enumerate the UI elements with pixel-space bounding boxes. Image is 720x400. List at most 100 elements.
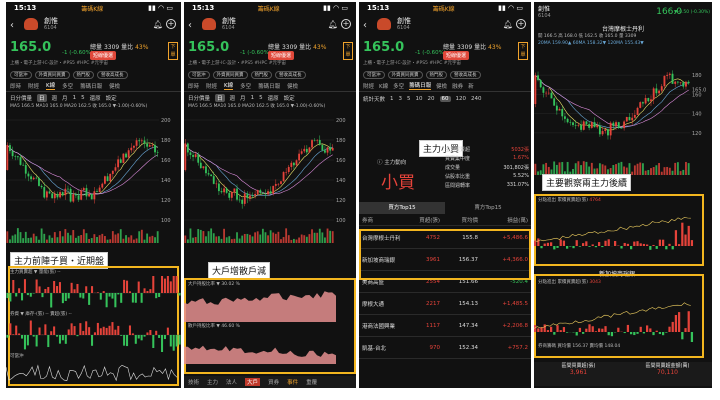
period-day[interactable]: 日 — [37, 93, 47, 102]
tab-margin[interactable]: 資券 — [268, 378, 279, 386]
tab-sell-top15[interactable]: 賣方Top15 — [445, 202, 531, 214]
volume-bar — [40, 228, 43, 243]
period-5m[interactable]: 5 — [81, 95, 85, 101]
period-day[interactable]: 日 — [215, 93, 225, 102]
tab-finance[interactable]: 財經 — [363, 82, 374, 90]
back-icon[interactable]: ‹ — [363, 20, 367, 31]
chip-hot[interactable]: 熱門股 — [250, 71, 272, 79]
status-badge[interactable]: 短線優選 — [90, 51, 117, 60]
tab-institution[interactable]: 法人 — [226, 378, 237, 386]
tab-health[interactable]: 健檢 — [109, 82, 120, 90]
period-restore[interactable]: 還原 — [90, 94, 101, 102]
chip-foreign[interactable]: 外資買同買賣 — [387, 71, 423, 79]
period-month[interactable]: 月 — [62, 94, 68, 102]
tab-chips[interactable]: 籌碼日報 — [80, 82, 102, 90]
volume-bar — [103, 236, 106, 243]
trade-button[interactable]: 下單 — [168, 42, 178, 60]
tab-mainforce[interactable]: 主力 — [207, 378, 218, 386]
period-1m[interactable]: 1 — [251, 95, 255, 101]
volume-bar — [72, 230, 75, 243]
indicator-bar — [178, 293, 181, 296]
tab-kline[interactable]: K線 — [224, 81, 234, 90]
col-avg[interactable]: 買均價 — [440, 216, 478, 224]
chip-revenue[interactable]: 營收高成長 — [275, 71, 306, 79]
candle-body — [117, 159, 120, 168]
back-icon[interactable]: ‹ — [188, 20, 192, 31]
tab-realtime[interactable]: 即時 — [188, 82, 199, 90]
table-row[interactable]: 港商法國興業 1117 147.34 +2,206.8 — [359, 315, 531, 337]
tab-chips[interactable]: 籌碼日報 — [409, 81, 432, 90]
col-net[interactable]: 買超(張) — [410, 216, 440, 224]
bell-icon[interactable]: 🔔︎ — [503, 20, 513, 29]
candlestick-chart[interactable]: 200 180 160 140 120 100 — [184, 111, 356, 243]
candle-body — [38, 178, 40, 186]
day-option-1[interactable]: 1 — [390, 96, 394, 102]
chip-foreign[interactable]: 外資買同買賣 — [34, 71, 70, 79]
status-badge[interactable]: 短線優選 — [443, 51, 470, 60]
period-week[interactable]: 週 — [230, 94, 236, 102]
chip-revenue[interactable]: 營收高成長 — [450, 71, 481, 79]
day-option-20[interactable]: 20 — [428, 96, 435, 102]
table-row[interactable]: 凱基-台北 970 152.34 +757.2 — [359, 337, 531, 359]
back-icon[interactable]: ‹ — [10, 20, 14, 31]
tab-longshort[interactable]: 多空 — [393, 82, 404, 90]
table-row[interactable]: 摩根大通 2217 154.13 +1,485.5 — [359, 293, 531, 315]
branch-bar — [598, 328, 601, 332]
trade-button[interactable]: 下單 — [343, 42, 353, 60]
period-restore[interactable]: 還原 — [268, 94, 279, 102]
tab-longshort[interactable]: 多空 — [62, 82, 73, 90]
tab-longshort[interactable]: 多空 — [240, 82, 251, 90]
tab-realtime[interactable]: 即時 — [10, 82, 21, 90]
add-watchlist-icon[interactable]: + — [166, 19, 176, 29]
candlestick-chart[interactable]: 180165.0160140120 — [534, 47, 712, 175]
overlap-checkbox[interactable]: 重覆 — [306, 378, 317, 386]
day-option-5[interactable]: 5 — [407, 96, 411, 102]
trade-button[interactable]: 下單 — [518, 42, 528, 60]
period-settings[interactable]: 設定 — [106, 94, 117, 102]
tab-finance[interactable]: 財經 — [28, 82, 39, 90]
period-intraday[interactable]: 日分價量 — [188, 94, 210, 102]
day-option-3[interactable]: 3 — [399, 96, 403, 102]
tab-kline[interactable]: K線 — [46, 81, 56, 90]
period-week[interactable]: 週 — [52, 94, 58, 102]
tab-short[interactable]: 融券 — [452, 82, 463, 90]
tab-kline[interactable]: K線 — [379, 82, 388, 90]
tab-technical[interactable]: 技術 — [188, 378, 199, 386]
day-option-240[interactable]: 240 — [471, 96, 482, 102]
indicator-bar — [38, 327, 41, 335]
chip-hot[interactable]: 熱門股 — [425, 71, 447, 79]
volume-bar — [59, 231, 62, 243]
tab-bigholder[interactable]: 大戶 — [245, 378, 261, 386]
period-settings[interactable]: 設定 — [284, 94, 295, 102]
chip-revenue[interactable]: 營收高成長 — [97, 71, 128, 79]
col-pnl[interactable]: 損益(萬) — [478, 216, 528, 224]
chip-daytrade[interactable]: 可當沖 — [363, 71, 385, 79]
event-checkbox[interactable]: 事件 — [287, 378, 298, 386]
bell-icon[interactable]: 🔔︎ — [153, 20, 163, 29]
period-month[interactable]: 月 — [240, 94, 246, 102]
tab-health[interactable]: 健檢 — [436, 82, 447, 90]
chip-hot[interactable]: 熱門股 — [72, 71, 94, 79]
day-option-60[interactable]: 60 — [439, 96, 451, 102]
period-intraday[interactable]: 日分價量 — [10, 94, 32, 102]
candlestick-chart[interactable]: 200 180 160 140 120 100 — [6, 111, 181, 243]
branch-bar — [546, 242, 550, 246]
bell-icon[interactable]: 🔔︎ — [328, 20, 338, 29]
indicator-bar — [21, 335, 24, 339]
add-watchlist-icon[interactable]: + — [516, 19, 526, 29]
chip-foreign[interactable]: 外資買同買賣 — [212, 71, 248, 79]
chip-daytrade[interactable]: 可當沖 — [188, 71, 210, 79]
chip-daytrade[interactable]: 可當沖 — [10, 71, 32, 79]
tab-finance[interactable]: 財經 — [206, 82, 217, 90]
tab-health[interactable]: 健檢 — [287, 82, 298, 90]
tab-buy-top15[interactable]: 買方Top15 — [359, 202, 445, 214]
day-option-10[interactable]: 10 — [416, 96, 423, 102]
tab-new[interactable]: 新 — [468, 82, 474, 90]
status-badge[interactable]: 短線優選 — [268, 51, 295, 60]
day-option-120[interactable]: 120 — [456, 96, 467, 102]
holder-ratio-area — [184, 345, 336, 364]
period-5m[interactable]: 5 — [259, 95, 263, 101]
add-watchlist-icon[interactable]: + — [341, 19, 351, 29]
period-1m[interactable]: 1 — [73, 95, 77, 101]
tab-chips[interactable]: 籌碼日報 — [258, 82, 280, 90]
